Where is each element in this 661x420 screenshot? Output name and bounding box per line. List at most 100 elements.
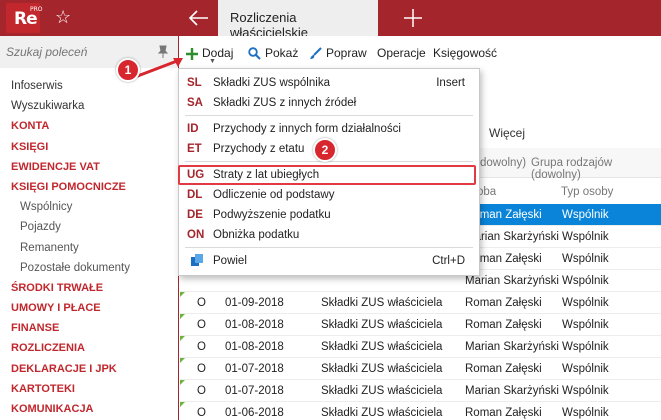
- sidebar-item[interactable]: UMOWY I PŁACE: [0, 298, 178, 318]
- back-arrow-icon[interactable]: [186, 6, 212, 30]
- brush-icon: [310, 47, 322, 60]
- sidebar-item[interactable]: ŚRODKI TRWAŁE: [0, 278, 178, 298]
- table-cell: Składki ZUS właściciela: [321, 407, 443, 419]
- title-bar: Re PRO ☆ Rozliczenia właścicielskie: [0, 0, 661, 40]
- menu-item[interactable]: ON Obniżka podatku: [179, 225, 479, 245]
- table-row[interactable]: O 01-08-2018 Składki ZUS właściciela Roman …: [180, 314, 661, 336]
- plus-icon: [186, 47, 198, 60]
- table-cell: Wspólnik: [562, 275, 609, 287]
- table-cell: Marian Skarżyński: [465, 341, 559, 353]
- table-cell: 01-07-2018: [225, 363, 284, 375]
- callout-badge-1: 1: [116, 58, 140, 82]
- filter-type[interactable]: dowolny): [480, 157, 526, 169]
- pokaz-label: Pokaż: [265, 46, 299, 60]
- table-cell: Roman Załęski: [465, 319, 542, 331]
- table-cell: O: [197, 319, 206, 331]
- menu-item-code: SA: [187, 97, 203, 109]
- table-cell: Wspólnik: [562, 253, 609, 265]
- sidebar-item[interactable]: Pozostałe dokumenty: [0, 258, 178, 278]
- menu-item-code: DE: [187, 209, 203, 221]
- row-marker-icon: [180, 402, 185, 407]
- duplicate-icon: [191, 254, 203, 266]
- dodaj-dropdown-menu: SL Składki ZUS wspólnika Insert SA Składki Z…: [178, 68, 480, 276]
- menu-item-code: UG: [187, 169, 205, 181]
- filter-group[interactable]: Grupa rodzajów (dowolny): [531, 157, 661, 181]
- sidebar-item[interactable]: KSIĘGI: [0, 137, 178, 157]
- row-marker-icon: [180, 380, 185, 385]
- table-cell: O: [197, 407, 206, 419]
- table-cell: Wspólnik: [562, 385, 609, 397]
- sidebar-item[interactable]: Wspólnicy: [0, 197, 178, 217]
- row-marker-icon: [180, 314, 185, 319]
- sidebar-item[interactable]: FINANSE: [0, 318, 178, 338]
- menu-item[interactable]: SL Składki ZUS wspólnika Insert: [179, 73, 479, 93]
- table-row[interactable]: O 01-08-2018 Składki ZUS właściciela Marian…: [180, 336, 661, 358]
- menu-item-code: ID: [187, 123, 199, 135]
- table-row[interactable]: O 01-07-2018 Składki ZUS właściciela Roman …: [180, 358, 661, 380]
- table-cell: Roman Załęski: [465, 407, 542, 419]
- ksiegowosc-button[interactable]: Księgowość: [433, 44, 497, 62]
- tab-wiecej[interactable]: Więcej: [489, 126, 525, 140]
- table-cell: Marian Skarżyński: [465, 385, 559, 397]
- sidebar-item[interactable]: KOMUNIKACJA: [0, 399, 178, 419]
- table-row[interactable]: O 01-09-2018 Składki ZUS właściciela Roman …: [180, 292, 661, 314]
- sidebar-item[interactable]: Remanenty: [0, 238, 178, 258]
- app-logo[interactable]: Re PRO: [6, 3, 43, 33]
- menu-item-code: SL: [187, 77, 202, 89]
- table-cell: Składki ZUS właściciela: [321, 341, 443, 353]
- menu-item[interactable]: ID Przychody z innych form działalności: [179, 119, 479, 139]
- table-cell: O: [197, 385, 206, 397]
- menu-separator: [185, 115, 473, 116]
- magnifier-icon: [248, 47, 261, 61]
- table-cell: Wspólnik: [562, 209, 609, 221]
- toolbar: Dodaj ▼ Pokaż Popraw Operacje Księgowość: [180, 36, 661, 68]
- menu-item[interactable]: DE Podwyższenie podatku: [179, 205, 479, 225]
- sidebar-item[interactable]: EWIDENCJE VAT: [0, 157, 178, 177]
- table-row[interactable]: O 01-06-2018 Składki ZUS właściciela Roman …: [180, 402, 661, 420]
- menu-item[interactable]: SA Składki ZUS z innych źródeł: [179, 93, 479, 113]
- column-header-typ-osoby[interactable]: Typ osoby: [561, 186, 613, 198]
- tab-rozliczenia[interactable]: Rozliczenia właścicielskie: [218, 0, 378, 40]
- menu-item-label: Przychody z innych form działalności: [213, 123, 401, 135]
- table-cell: Składki ZUS właściciela: [321, 297, 443, 309]
- menu-item-label: Odliczenie od podstawy: [213, 189, 335, 201]
- table-cell: Wspólnik: [562, 231, 609, 243]
- favorite-star-icon[interactable]: ☆: [55, 7, 71, 27]
- sidebar-item[interactable]: ROZLICZENIA: [0, 338, 178, 358]
- table-cell: Wspólnik: [562, 363, 609, 375]
- sidebar-item[interactable]: Wyszukiwarka: [0, 96, 178, 116]
- sidebar-item[interactable]: KSIĘGI POMOCNICZE: [0, 177, 178, 197]
- pokaz-button[interactable]: Pokaż: [248, 44, 298, 62]
- callout-arrow-icon: [134, 58, 183, 79]
- menu-item[interactable]: DL Odliczenie od podstawy: [179, 185, 479, 205]
- table-cell: Składki ZUS właściciela: [321, 385, 443, 397]
- menu-item[interactable]: UG Straty z lat ubiegłych: [178, 165, 476, 185]
- row-marker-icon: [180, 292, 185, 297]
- menu-item[interactable]: Powiel Ctrl+D: [179, 251, 479, 271]
- chevron-down-icon: ▼: [209, 58, 216, 65]
- menu-item-shortcut: Insert: [436, 77, 465, 89]
- table-cell: 01-07-2018: [225, 385, 284, 397]
- sidebar: InfoserwisWyszukiwarkaKONTAKSIĘGIEWIDENC…: [0, 36, 179, 420]
- menu-item-label: Przychody z etatu: [213, 143, 305, 155]
- operacje-button[interactable]: Operacje: [377, 44, 426, 62]
- table-cell: Składki ZUS właściciela: [321, 363, 443, 375]
- table-cell: Roman Załęski: [465, 297, 542, 309]
- sidebar-item[interactable]: DEKLARACJE I JPK: [0, 359, 178, 379]
- sidebar-item[interactable]: Pojazdy: [0, 217, 178, 237]
- popraw-label: Popraw: [326, 46, 367, 60]
- new-tab-plus-icon[interactable]: [402, 7, 424, 29]
- menu-item-code: ET: [187, 143, 202, 155]
- menu-separator: [185, 247, 473, 248]
- menu-item-label: Straty z lat ubiegłych: [213, 169, 320, 181]
- menu-item-label: Powiel: [213, 255, 247, 267]
- ksiegowosc-label: Księgowość: [433, 46, 498, 60]
- menu-item-code: ON: [187, 229, 205, 241]
- sidebar-item[interactable]: KARTOTEKI: [0, 379, 178, 399]
- sidebar-item[interactable]: KONTA: [0, 116, 178, 136]
- table-row[interactable]: O 01-07-2018 Składki ZUS właściciela Marian…: [180, 380, 661, 402]
- popraw-button[interactable]: Popraw: [309, 44, 367, 62]
- table-cell: Roman Załęski: [465, 363, 542, 375]
- table-cell: Wspólnik: [562, 407, 609, 419]
- menu-item-shortcut: Ctrl+D: [432, 255, 465, 267]
